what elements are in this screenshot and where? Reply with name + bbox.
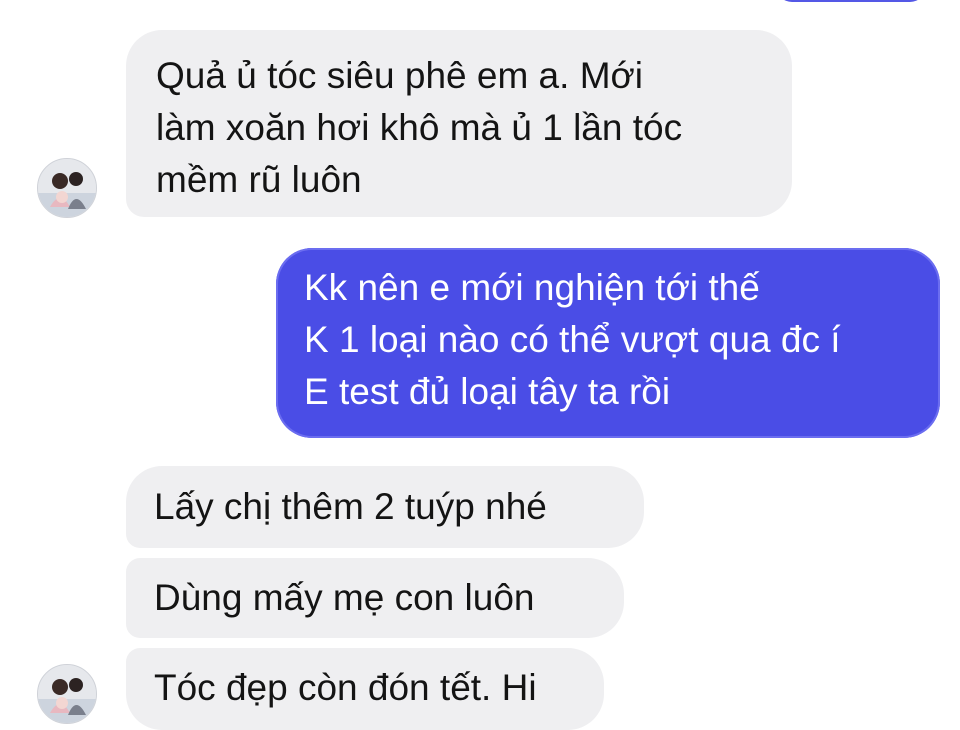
incoming-message-3[interactable]: Dùng mấy mẹ con luôn — [126, 558, 624, 638]
contact-avatar-photo-icon — [38, 665, 96, 723]
incoming-message-4[interactable]: Tóc đẹp còn đón tết. Hi — [126, 648, 604, 730]
incoming-message-2[interactable]: Lấy chị thêm 2 tuýp nhé — [126, 466, 644, 548]
previous-outgoing-bubble-fragment[interactable] — [776, 0, 926, 2]
outgoing-message-1[interactable]: Kk nên e mới nghiện tới thế K 1 loại nào… — [276, 248, 940, 438]
incoming-message-1[interactable]: Quả ủ tóc siêu phê em a. Mới làm xoăn hơ… — [126, 30, 792, 217]
contact-avatar-photo-icon — [38, 159, 96, 217]
contact-avatar-icon[interactable] — [37, 158, 97, 218]
contact-avatar-icon[interactable] — [37, 664, 97, 724]
